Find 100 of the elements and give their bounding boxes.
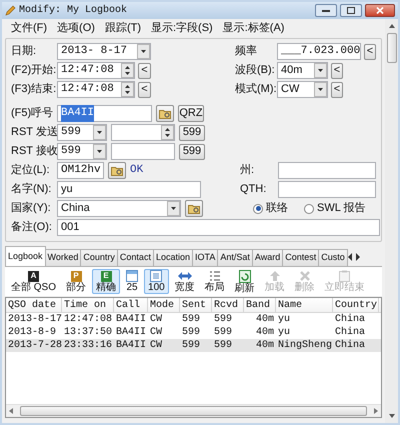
table-cell-text: 40m <box>254 339 275 352</box>
qrz-button[interactable]: QRZ <box>178 105 204 122</box>
menu-item[interactable]: 跟踪(T) <box>104 20 141 37</box>
tab[interactable]: Location <box>152 249 193 266</box>
rst-button[interactable]: 599 <box>179 144 205 160</box>
rst-received-dropdown[interactable]: 599 <box>57 143 107 160</box>
minimize-button[interactable] <box>315 4 337 17</box>
toolbar-button[interactable]: 100 <box>144 269 169 294</box>
toolbar-button[interactable]: 宽度 <box>170 269 199 294</box>
table-cell-text: 599 <box>181 313 202 326</box>
toolbar-button[interactable]: 25 <box>122 269 142 294</box>
spinner-icon <box>121 63 134 78</box>
column-header[interactable]: QSO date <box>6 298 62 312</box>
tab[interactable]: Contact <box>116 249 154 266</box>
table-cell-text: CW <box>149 326 164 339</box>
toolbar-button[interactable]: 刷新 <box>230 269 259 294</box>
tab[interactable]: IOTA <box>192 249 218 266</box>
copy-time-button[interactable]: < <box>138 62 151 78</box>
column-header[interactable]: Time on <box>62 298 114 312</box>
name-field[interactable]: yu <box>57 181 201 198</box>
scrollbar-thumb[interactable] <box>386 33 396 63</box>
tab[interactable]: Contest <box>282 249 320 266</box>
field-label: 模式(M): <box>235 82 274 98</box>
pencil-icon <box>5 5 16 16</box>
column-header[interactable]: Rcvd <box>212 298 244 312</box>
mode-button[interactable]: < <box>331 82 343 98</box>
copy-time-button[interactable]: < <box>138 82 151 98</box>
table-cell-text: China <box>334 313 366 326</box>
spinner-icon <box>161 125 174 140</box>
table-cell-text: NingSheng <box>277 339 333 352</box>
list-icon <box>150 270 162 282</box>
table-row[interactable]: 2013-8-17 12:47:08 BA4II CW 599 599 40m yu China <box>6 313 381 326</box>
field-label: QTH: <box>240 182 268 198</box>
tab[interactable]: Country <box>80 249 118 266</box>
table-cell-text: China <box>334 339 366 352</box>
column-header[interactable]: Mode <box>148 298 180 312</box>
down-arrow-icon <box>388 413 396 419</box>
band-dropdown[interactable]: 40m <box>277 62 328 79</box>
toolbar-button[interactable]: P 部分 <box>62 269 90 294</box>
menu-item[interactable]: 显示:字段(S) <box>150 20 213 37</box>
column-header[interactable]: Sent <box>180 298 212 312</box>
toolbar-button[interactable]: E 精确 <box>92 269 120 294</box>
caret-icon <box>137 44 150 59</box>
menu-item[interactable]: 文件(F) <box>11 20 48 37</box>
folder-icon <box>111 166 123 176</box>
time-spinner[interactable]: 12:47:08 <box>57 81 135 98</box>
column-header[interactable]: Country <box>333 298 379 312</box>
copy-frequency-button[interactable]: < <box>364 44 376 60</box>
minimize-icon <box>322 9 330 12</box>
state-field[interactable] <box>278 162 376 179</box>
tab[interactable]: Worked <box>44 249 82 266</box>
note-field[interactable]: 001 <box>57 219 380 236</box>
folder-icon <box>159 108 171 118</box>
table-cell-text: 2013-7-28 <box>7 339 62 352</box>
field-label: 名字(N): <box>11 182 52 198</box>
tab[interactable]: Ant/Sat <box>217 249 253 266</box>
folder-icon <box>188 204 200 214</box>
frequency-field[interactable]: ___7.023.000 <box>277 43 361 60</box>
up-arrow-icon <box>388 23 396 29</box>
date-dropdown[interactable]: 2013- 8-17 <box>57 43 151 60</box>
column-header[interactable]: Call <box>114 298 148 312</box>
rst-button[interactable]: 599 <box>179 124 205 140</box>
close-button[interactable] <box>365 4 395 17</box>
table-row[interactable]: 2013-7-28 23:33:16 BA4II CW 599 599 40m NingSheng China <box>6 339 381 352</box>
maximize-button[interactable] <box>340 4 362 17</box>
folder-button[interactable] <box>156 105 174 122</box>
caret-icon <box>167 201 180 216</box>
mode-dropdown[interactable]: CW <box>277 81 328 98</box>
toolbar-button[interactable]: A 全部 QSO <box>7 269 60 294</box>
table-cell-text: 599 <box>181 339 202 352</box>
caret-icon <box>93 125 106 140</box>
caret-icon <box>93 144 106 159</box>
vertical-scrollbar[interactable] <box>385 19 398 423</box>
toolbar-button[interactable]: 布局 <box>200 269 229 294</box>
time-spinner[interactable]: 12:47:08 <box>57 62 135 79</box>
tab[interactable]: Custo <box>318 249 348 266</box>
callsign-field[interactable]: BA4II <box>57 105 152 122</box>
menu-item[interactable]: 显示:标签(A) <box>222 20 284 37</box>
letter-icon: A <box>28 270 39 282</box>
horizontal-scrollbar[interactable] <box>6 404 381 417</box>
table-cell-text: 40m <box>254 313 275 326</box>
tab[interactable]: Award <box>252 249 284 266</box>
scrollbar-thumb[interactable] <box>20 406 367 416</box>
folder-button[interactable] <box>108 162 126 179</box>
locator-field[interactable]: OM12hv <box>57 162 104 179</box>
text-field[interactable] <box>111 143 175 160</box>
column-header[interactable]: Band <box>244 298 276 312</box>
folder-button[interactable] <box>185 200 203 217</box>
menu-item[interactable]: 选项(O) <box>57 20 95 37</box>
qth-field[interactable] <box>278 181 376 198</box>
band-button[interactable]: < <box>331 62 343 78</box>
rst-sent-dropdown[interactable]: 599 <box>57 124 107 141</box>
column-header[interactable]: Name <box>276 298 333 312</box>
table-cell-text: 2013-8-17 <box>7 313 62 326</box>
country-dropdown[interactable]: China <box>57 200 181 217</box>
table-row[interactable]: 2013-8-9 13:37:50 BA4II CW 599 599 40m yu China <box>6 326 381 339</box>
tab[interactable]: Logbook <box>5 246 46 266</box>
radio-button[interactable]: 联络 <box>253 200 288 217</box>
spinner-field[interactable] <box>111 124 175 141</box>
radio-button[interactable]: SWL 报告 <box>304 200 366 217</box>
